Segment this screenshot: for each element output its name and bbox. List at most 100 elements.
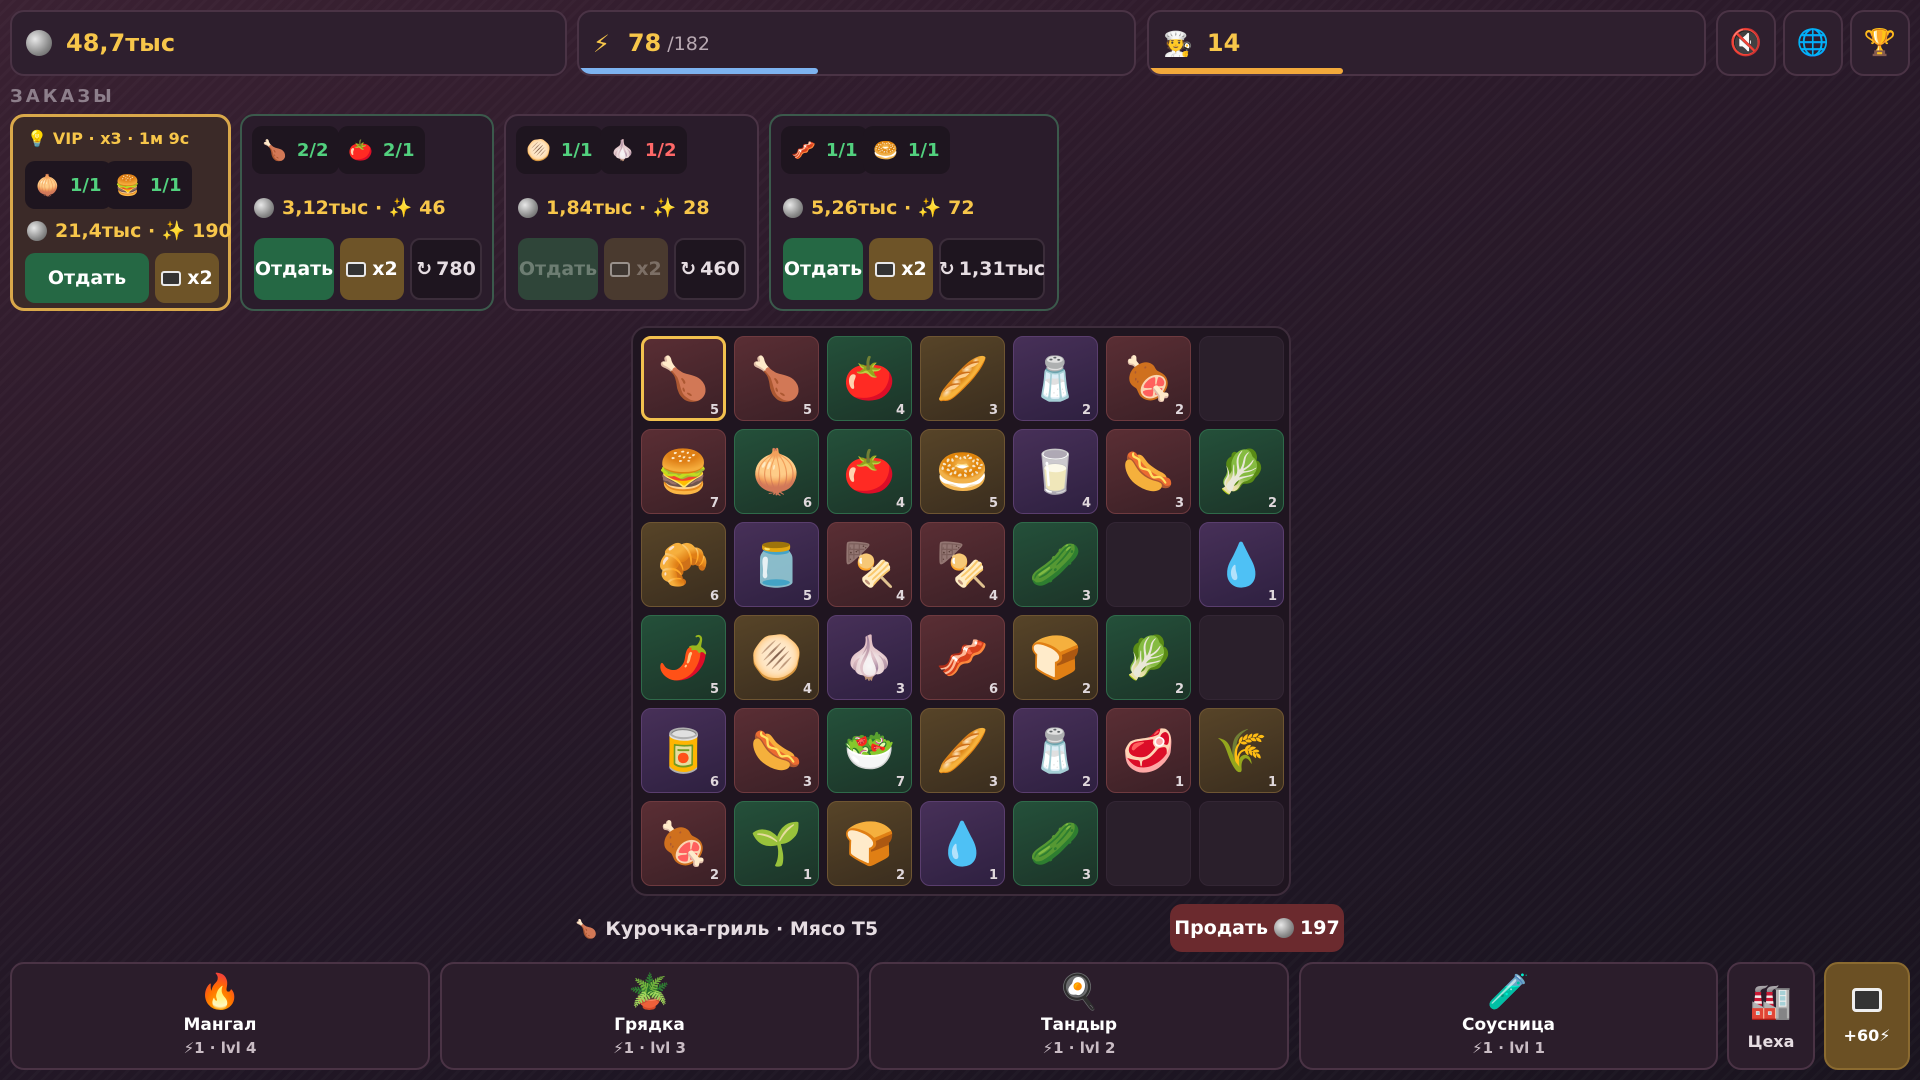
item-level: 3 (988, 775, 998, 790)
board-item[interactable]: 🥓 6 (920, 615, 1005, 700)
item-icon: 🌱 (750, 818, 803, 868)
station-tandoor[interactable]: 🍳 Тандыр ⚡1 · lvl 2 (869, 962, 1289, 1070)
board-item[interactable]: 🥖 3 (920, 708, 1005, 793)
chicken-leg-icon: 🍗 (575, 918, 598, 940)
selected-item-info: 🍗 Курочка-гриль · Мясо Т5 (575, 918, 878, 940)
double-reward-button[interactable]: x2 (340, 238, 404, 300)
give-button[interactable]: Отдать (783, 238, 863, 300)
order-card: 🫓 1/1 🧄 1/2 1,84тыс · ✨ 28 Отдать x2 ↻ 46… (504, 114, 759, 311)
board-item[interactable]: 🌾 1 (1199, 708, 1284, 793)
double-reward-button[interactable]: x2 (155, 253, 219, 303)
give-button[interactable]: Отдать (254, 238, 334, 300)
board-item[interactable]: 🧄 3 (827, 615, 912, 700)
board-item[interactable]: 🥛 4 (1013, 429, 1098, 514)
sell-label: Продать (1174, 917, 1269, 939)
order-item: 🍔 1/1 (105, 161, 192, 209)
bacon-icon: 🥓 (791, 138, 816, 162)
order-item: 🍅 2/1 (338, 126, 425, 174)
workshops-button[interactable]: 🏭 Цеха (1727, 962, 1815, 1070)
board-item[interactable]: 🫓 4 (734, 615, 819, 700)
board-item[interactable]: 🥫 6 (641, 708, 726, 793)
item-level: 5 (709, 682, 719, 697)
station-garden[interactable]: 🪴 Грядка ⚡1 · lvl 3 (440, 962, 859, 1070)
board-item[interactable]: 🍅 4 (827, 429, 912, 514)
board-item[interactable]: 🍢 4 (920, 522, 1005, 607)
board-item[interactable]: 🌭 3 (1106, 429, 1191, 514)
tv-icon (610, 261, 631, 277)
leaderboard-button[interactable]: 🏆 (1850, 10, 1910, 76)
order-card-vip: 💡 VIP · x3 · 1м 9с 🧅 1/1 🍔 1/1 21,4тыс ·… (10, 114, 232, 311)
item-icon: 🥒 (1029, 818, 1082, 868)
tv-icon (875, 261, 896, 277)
board-empty-cell[interactable] (1106, 522, 1191, 607)
board-item[interactable]: 🥗 7 (827, 708, 912, 793)
item-icon: 🧂 (1029, 353, 1082, 403)
board-item[interactable]: 🥒 3 (1013, 522, 1098, 607)
board-empty-cell[interactable] (1106, 801, 1191, 886)
language-button[interactable]: 🌐 (1783, 10, 1843, 76)
board-empty-cell[interactable] (1199, 615, 1284, 700)
potted-plant-icon: 🪴 (628, 972, 671, 1012)
item-level: 3 (895, 682, 905, 697)
burger-icon: 🍔 (115, 173, 140, 197)
station-meta: ⚡1 · lvl 3 (613, 1039, 686, 1057)
double-reward-button[interactable]: x2 (869, 238, 933, 300)
board-item[interactable]: 🍖 2 (641, 801, 726, 886)
board-item[interactable]: 🥩 1 (1106, 708, 1191, 793)
order-card: 🥓 1/1 🥯 1/1 5,26тыс · ✨ 72 Отдать x2 ↻ 1,… (769, 114, 1059, 311)
board-item[interactable]: 🥒 3 (1013, 801, 1098, 886)
item-level: 2 (1081, 403, 1091, 418)
item-level: 4 (988, 589, 998, 604)
refresh-order-button[interactable]: ↻ 780 (410, 238, 482, 300)
board-item[interactable]: 🍗 5 (734, 336, 819, 421)
board-empty-cell[interactable] (1199, 336, 1284, 421)
refresh-order-button[interactable]: ↻ 460 (674, 238, 746, 300)
energy-max: /182 (667, 33, 710, 55)
board-item[interactable]: 🍞 2 (1013, 615, 1098, 700)
station-grill[interactable]: 🔥 Мангал ⚡1 · lvl 4 (10, 962, 430, 1070)
sell-button[interactable]: Продать 197 (1170, 904, 1344, 952)
item-icon: 🍗 (657, 353, 710, 403)
item-icon: 🥛 (1029, 446, 1082, 496)
chicken-leg-icon: 🍗 (262, 138, 287, 162)
board-item[interactable]: 🥯 5 (920, 429, 1005, 514)
board-item[interactable]: 🌭 3 (734, 708, 819, 793)
board-item[interactable]: 🌶️ 5 (641, 615, 726, 700)
order-reward: 21,4тыс · ✨ 190 (27, 219, 232, 242)
board-empty-cell[interactable] (1199, 801, 1284, 886)
board-item[interactable]: 🌱 1 (734, 801, 819, 886)
item-level: 3 (1081, 589, 1091, 604)
item-level: 5 (988, 496, 998, 511)
item-icon: 🍖 (657, 818, 710, 868)
board-item[interactable]: 🥐 6 (641, 522, 726, 607)
board-item[interactable]: 🧂 2 (1013, 336, 1098, 421)
watch-ad-energy-button[interactable]: +60⚡ (1824, 962, 1910, 1070)
board-item[interactable]: 💧 1 (920, 801, 1005, 886)
give-button[interactable]: Отдать (25, 253, 149, 303)
board-item[interactable]: 🍖 2 (1106, 336, 1191, 421)
give-button-disabled[interactable]: Отдать (518, 238, 598, 300)
station-name: Тандыр (1040, 1015, 1118, 1035)
separator: · (141, 219, 162, 242)
board-item[interactable]: 🍔 7 (641, 429, 726, 514)
board-item[interactable]: 🥬 2 (1106, 615, 1191, 700)
refresh-order-button[interactable]: ↻ 1,31тыс (939, 238, 1045, 300)
board-item[interactable]: 🧅 6 (734, 429, 819, 514)
board-item[interactable]: 🍅 4 (827, 336, 912, 421)
board-item[interactable]: 💧 1 (1199, 522, 1284, 607)
board-item[interactable]: 🍞 2 (827, 801, 912, 886)
double-reward-button-disabled[interactable]: x2 (604, 238, 668, 300)
station-saucier[interactable]: 🧪 Соусница ⚡1 · lvl 1 (1299, 962, 1718, 1070)
board-item[interactable]: 🍢 4 (827, 522, 912, 607)
reward-xp: 46 (419, 196, 446, 219)
board-item[interactable]: 🫙 5 (734, 522, 819, 607)
sound-button[interactable]: 🔇 (1716, 10, 1776, 76)
board-item[interactable]: 🥬 2 (1199, 429, 1284, 514)
coin-icon (783, 197, 803, 218)
vip-label: VIP · x3 · 1м 9с (52, 129, 190, 148)
board-item[interactable]: 🥖 3 (920, 336, 1005, 421)
board-item[interactable]: 🍗 5 (641, 336, 726, 421)
board-item[interactable]: 🧂 2 (1013, 708, 1098, 793)
item-level: 6 (709, 589, 719, 604)
item-level: 2 (1174, 682, 1184, 697)
